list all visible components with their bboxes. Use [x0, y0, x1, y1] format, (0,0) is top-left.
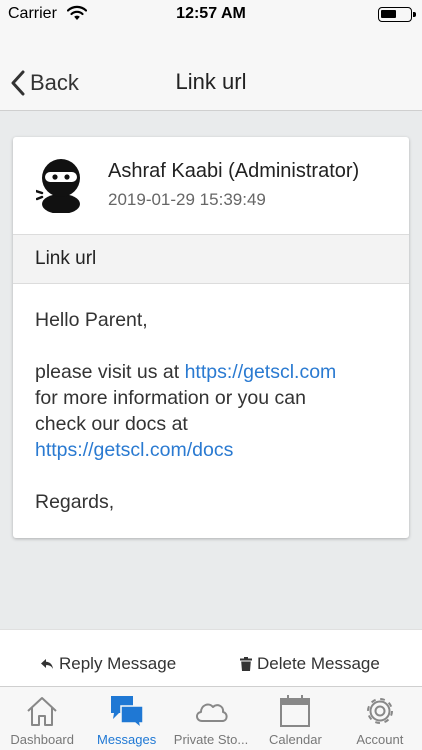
- messages-icon: [110, 696, 144, 729]
- body-line-1: please visit us at https://getscl.com: [35, 359, 395, 385]
- status-time: 12:57 AM: [176, 5, 246, 22]
- tab-private-storage[interactable]: Private Sto...: [169, 687, 253, 750]
- greeting-text: Hello Parent,: [35, 309, 148, 331]
- tab-label-messages: Messages: [96, 732, 157, 747]
- body-line-2: for more information or you can: [35, 387, 306, 409]
- tab-bar: Dashboard Messages Private Sto... Calend…: [0, 686, 422, 750]
- cloud-icon: [196, 703, 228, 722]
- message-card: Ashraf Kaabi (Administrator) 2019-01-29 …: [13, 137, 409, 538]
- message-subject-row: Link url: [13, 234, 409, 284]
- avatar: [34, 157, 86, 214]
- website-link[interactable]: https://getscl.com: [185, 361, 337, 383]
- docs-link[interactable]: https://getscl.com/docs: [35, 439, 233, 461]
- sender-name: Ashraf Kaabi (Administrator): [108, 160, 360, 182]
- calendar-icon: [280, 695, 311, 727]
- gear-icon: [366, 698, 393, 724]
- body-text: please visit us at: [35, 361, 185, 383]
- reply-icon: [41, 659, 53, 669]
- tab-messages[interactable]: Messages: [84, 687, 168, 750]
- tab-label-account: Account: [356, 732, 404, 747]
- navigation-bar: Back Link url: [0, 27, 422, 111]
- page-title: Link url: [175, 69, 247, 94]
- tab-label-calendar: Calendar: [269, 732, 322, 747]
- tab-calendar[interactable]: Calendar: [253, 687, 337, 750]
- battery-icon: [378, 7, 416, 22]
- message-header: Ashraf Kaabi (Administrator) 2019-01-29 …: [13, 137, 409, 234]
- tab-account[interactable]: Account: [338, 687, 422, 750]
- reply-button[interactable]: Reply Message: [40, 654, 176, 674]
- message-date: 2019-01-29 15:39:49: [108, 190, 266, 209]
- body-line-3: check our docs at: [35, 413, 188, 435]
- message-subject: Link url: [35, 248, 97, 269]
- delete-button[interactable]: Delete Message: [240, 654, 380, 674]
- message-actions: Reply Message Delete Message: [0, 629, 422, 686]
- reply-label: Reply Message: [59, 654, 177, 673]
- delete-label: Delete Message: [257, 654, 380, 673]
- closing-text: Regards,: [35, 491, 115, 513]
- tab-label-dashboard: Dashboard: [10, 732, 74, 747]
- tab-dashboard[interactable]: Dashboard: [0, 687, 84, 750]
- ninja-icon: [34, 159, 80, 214]
- trash-icon: [240, 657, 252, 671]
- tab-label-private-storage: Private Sto...: [173, 732, 249, 747]
- home-icon: [27, 697, 57, 726]
- message-body: Hello Parent, please visit us at https:/…: [35, 307, 395, 515]
- status-bar: Carrier 12:57 AM: [0, 0, 422, 27]
